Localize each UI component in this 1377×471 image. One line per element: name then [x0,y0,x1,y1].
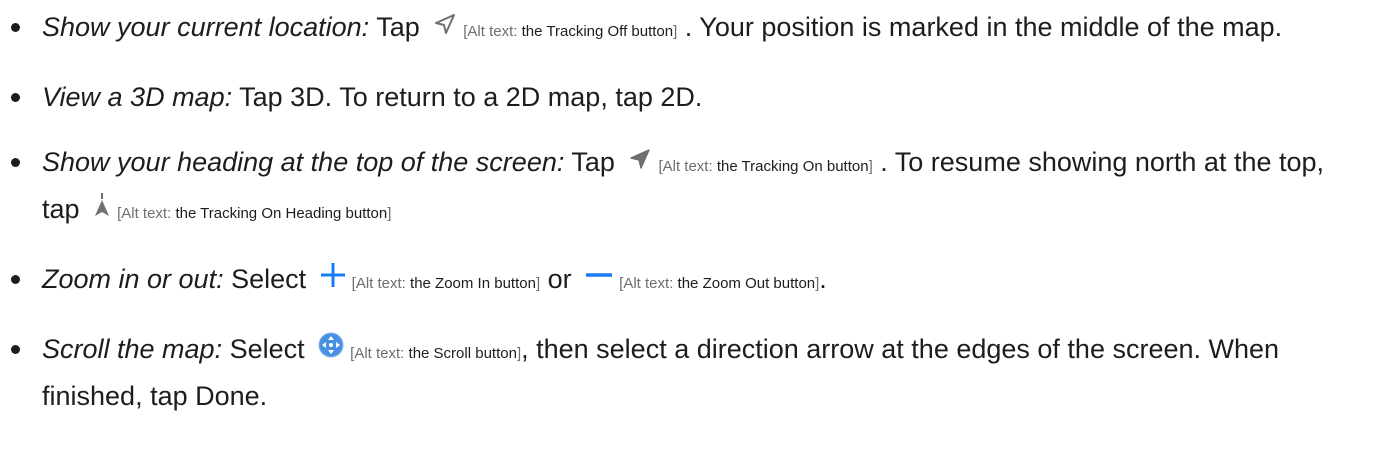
item-text: Select [229,334,305,364]
item-lead: Zoom in or out: [42,264,224,294]
item-text: . [819,264,827,294]
alt-text: [Alt text: the Tracking On button] [658,158,873,175]
bullet-dot [11,345,20,354]
bullet-dot [11,275,20,284]
tracking-off-arrow-icon [433,6,457,48]
alt-text: [Alt text: the Zoom Out button] [619,275,820,292]
tracking-on-arrow-icon [628,141,652,183]
item-lead: View a 3D map: [42,82,233,112]
item-text: , then select a direction arrow at the e… [42,334,1280,411]
zoom-in-plus-icon [320,258,346,300]
item-text: or [547,264,572,294]
bullet-dot [11,93,20,102]
list-item: Scroll the map: Select [Alt text: the Sc… [0,328,1377,417]
list-item: Show your heading at the top of the scre… [0,141,1377,235]
zoom-out-minus-icon [585,258,613,300]
item-text: Tap 3D. To return to a 2D map, tap 2D. [239,82,703,112]
item-lead: Show your heading at the top of the scre… [42,147,565,177]
alt-text: [Alt text: the Tracking On Heading butto… [117,205,392,222]
item-text: Select [231,264,307,294]
list-item: Show your current location: Tap [Alt tex… [0,6,1377,53]
item-text: . Your position is marked in the middle … [684,12,1283,42]
list-item: View a 3D map: Tap 3D. To return to a 2D… [0,76,1377,118]
alt-text: [Alt text: the Zoom In button] [351,275,541,292]
item-lead: Show your current location: [42,12,370,42]
item-text: Tap [571,147,615,177]
item-lead: Scroll the map: [42,334,223,364]
alt-text: [Alt text: the Scroll button] [350,345,522,362]
bullet-dot [11,23,20,32]
list-item: Zoom in or out: Select [Alt text: the Zo… [0,258,1377,305]
bullet-dot [11,158,20,167]
item-text: Tap [376,12,420,42]
bullet-list: Show your current location: Tap [Alt tex… [0,6,1377,417]
tracking-on-heading-icon [93,188,111,230]
alt-text: [Alt text: the Tracking Off button] [463,23,678,40]
scroll-icon [318,328,344,370]
